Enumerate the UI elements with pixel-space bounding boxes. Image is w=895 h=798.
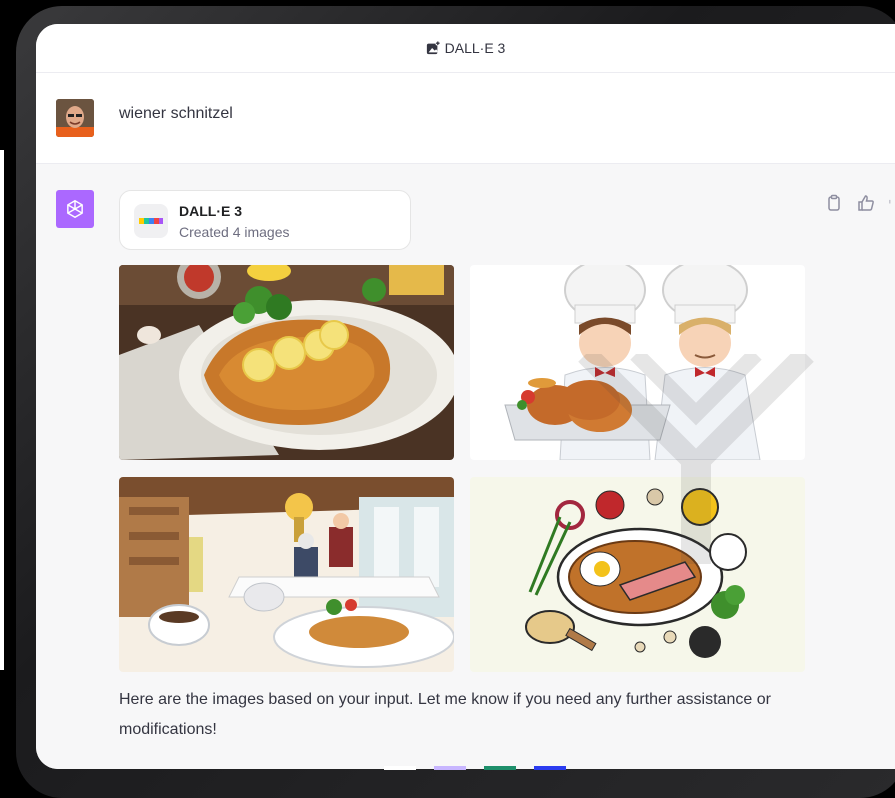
thumbs-down-icon[interactable]	[889, 194, 895, 212]
user-avatar	[56, 99, 94, 137]
model-title[interactable]: DALL·E 3	[445, 40, 506, 56]
generated-image-2[interactable]	[470, 265, 805, 460]
dock-item-4	[534, 766, 566, 770]
chatgpt-logo-icon	[56, 190, 94, 228]
bottom-dock	[384, 766, 584, 770]
assistant-reply-text: Here are the images based on your input.…	[119, 691, 771, 738]
generated-image-1[interactable]	[119, 265, 454, 460]
dalle-tool-card[interactable]: DALL·E 3 Created 4 images	[119, 190, 411, 250]
generated-image-3[interactable]	[119, 477, 454, 672]
dock-item-3	[484, 766, 516, 770]
generated-image-4[interactable]	[470, 477, 805, 672]
user-message-text: wiener schnitzel	[119, 105, 233, 122]
left-edge-bar	[0, 150, 4, 670]
copy-icon[interactable]	[825, 194, 843, 212]
image-plus-icon	[426, 41, 440, 55]
color-bar-icon	[134, 204, 168, 238]
dock-item-1	[384, 766, 416, 770]
message-actions	[825, 194, 895, 212]
tool-card-title: DALL·E 3	[179, 203, 242, 219]
top-bar: DALL·E 3	[36, 24, 895, 73]
chat-screen: DALL·E 3 wiener schnitzel DALL·E 3 Creat…	[36, 24, 895, 769]
thumbs-up-icon[interactable]	[857, 194, 875, 212]
tool-card-subtitle: Created 4 images	[179, 224, 290, 240]
assistant-message-row: DALL·E 3 Created 4 images Here are the i…	[36, 164, 895, 769]
dock-item-2	[434, 766, 466, 770]
user-message-row: wiener schnitzel	[36, 73, 895, 164]
